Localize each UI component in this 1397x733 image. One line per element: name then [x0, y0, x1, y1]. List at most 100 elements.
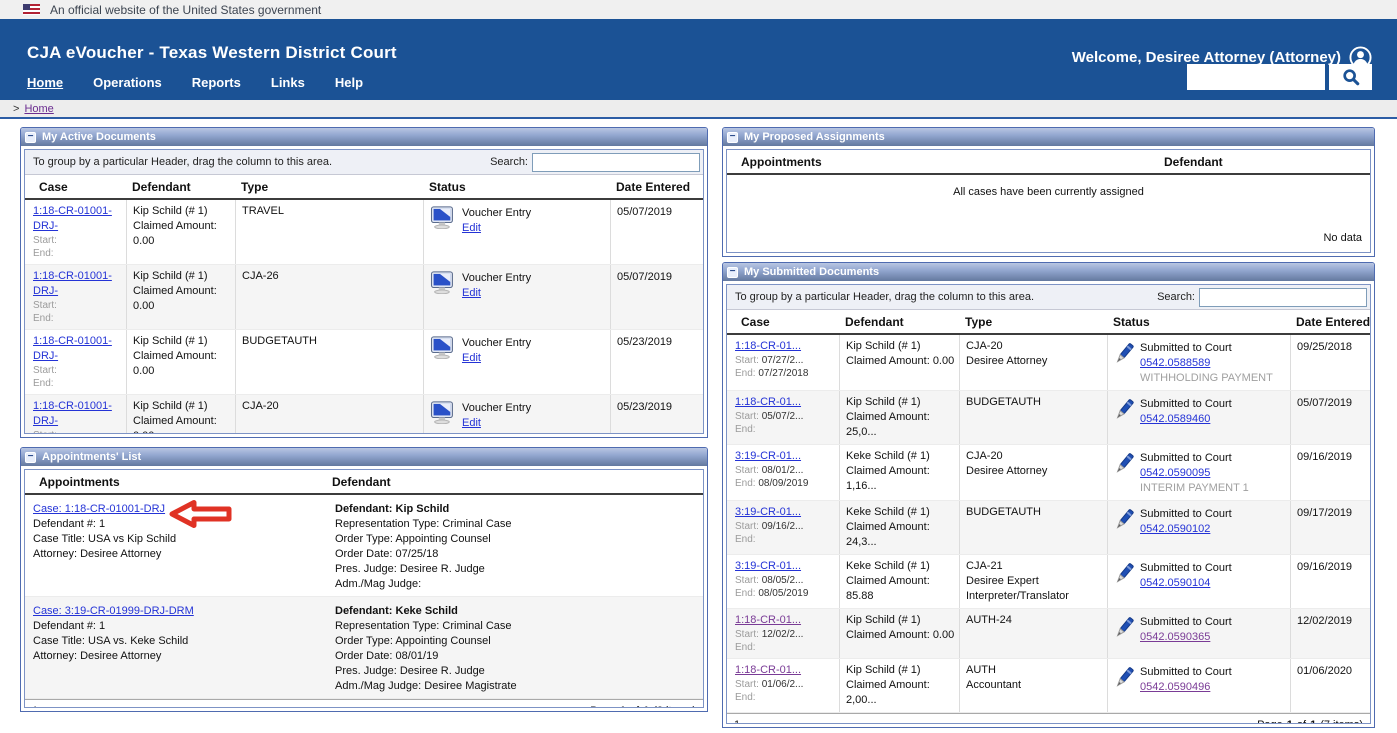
header-search-button[interactable] [1329, 64, 1372, 90]
column-status[interactable]: Status [1108, 315, 1291, 329]
active-documents-search-input[interactable] [532, 153, 700, 172]
case-link[interactable]: 1:18-CR-01... [735, 664, 801, 676]
column-case[interactable]: Case [25, 180, 127, 194]
column-appointments[interactable]: Appointments [727, 155, 1159, 169]
voucher-number-link[interactable]: 0542.0589460 [1140, 412, 1232, 427]
nav-home[interactable]: Home [27, 75, 63, 90]
edit-link[interactable]: Edit [462, 351, 531, 366]
date-entered: 09/16/2019 [1291, 555, 1370, 608]
search-label: Search: [490, 156, 528, 168]
voucher-number-link[interactable]: 0542.0590095 [1140, 466, 1249, 481]
page-number-button[interactable]: 1 [32, 705, 38, 709]
defendant-name: Kip Schild (# 1) [846, 613, 955, 628]
submitted-documents-search-input[interactable] [1199, 288, 1367, 307]
status-text: Submitted to Court [1140, 615, 1232, 630]
nav-help[interactable]: Help [335, 75, 363, 90]
edit-link[interactable]: Edit [462, 221, 531, 236]
date-entered: 05/07/2019 [611, 200, 703, 264]
defendant-name: Kip Schild (# 1) [846, 663, 955, 678]
document-type: BUDGETAUTH [966, 395, 1103, 410]
case-link[interactable]: 3:19-CR-01... [735, 506, 801, 518]
nav-links[interactable]: Links [271, 75, 305, 90]
column-case[interactable]: Case [727, 315, 840, 329]
collapse-minus-icon[interactable]: − [25, 132, 36, 143]
case-link[interactable]: 3:19-CR-01... [735, 450, 801, 462]
table-row: 3:19-CR-01... Start: 08/01/2... End: 08/… [727, 445, 1370, 501]
nav-operations[interactable]: Operations [93, 75, 162, 90]
defendant-number: Defendant #: 1 [33, 619, 323, 634]
case-link[interactable]: 1:18-CR-01... [735, 396, 801, 408]
panel-my-submitted-documents: − My Submitted Documents To group by a p… [722, 262, 1375, 728]
document-type: TRAVEL [242, 204, 419, 219]
column-status[interactable]: Status [424, 180, 611, 194]
defendant-number: Defendant #: 1 [33, 517, 323, 532]
document-type: CJA-20 [242, 399, 419, 414]
column-defendant[interactable]: Defendant [127, 180, 236, 194]
date-entered: 09/16/2019 [1291, 445, 1370, 500]
defendant-name: Kip Schild (# 1) [846, 339, 955, 354]
case-link[interactable]: 3:19-CR-01... [735, 560, 801, 572]
edit-link[interactable]: Edit [462, 286, 531, 301]
status-text: Submitted to Court [1140, 507, 1232, 522]
nav-reports[interactable]: Reports [192, 75, 241, 90]
attorney: Attorney: Desiree Attorney [33, 547, 323, 562]
computer-monitor-icon [430, 271, 456, 294]
collapse-minus-icon[interactable]: − [727, 132, 738, 143]
table-row: 1:18-CR-01... Start: 12/02/2... End: Kip… [727, 609, 1370, 659]
case-link[interactable]: Case: 1:18-CR-01001-DRJ [33, 503, 165, 515]
voucher-number-link[interactable]: 0542.0590102 [1140, 522, 1232, 537]
voucher-number-link[interactable]: 0542.0590104 [1140, 576, 1232, 591]
case-link[interactable]: 1:18-CR-01001-DRJ- [33, 335, 112, 362]
status-text: Voucher Entry [462, 401, 531, 416]
case-link[interactable]: 1:18-CR-01001-DRJ- [33, 400, 112, 427]
column-type[interactable]: Type [960, 315, 1108, 329]
breadcrumb: > Home [0, 100, 1397, 119]
order-type: Order Type: Appointing Counsel [335, 634, 699, 649]
column-appointments[interactable]: Appointments [25, 475, 327, 489]
usa-banner: An official website of the United States… [0, 0, 1397, 19]
document-type: BUDGETAUTH [966, 505, 1103, 520]
panel-header: − My Active Documents [21, 128, 707, 146]
table-header: Case Defendant Type Status Date Entered [727, 310, 1370, 335]
group-by-bar[interactable]: To group by a particular Header, drag th… [727, 285, 1370, 310]
column-type[interactable]: Type [236, 180, 424, 194]
case-link[interactable]: 1:18-CR-01001-DRJ- [33, 270, 112, 297]
no-data-label: No data [727, 232, 1370, 252]
header-search-input[interactable] [1187, 64, 1325, 90]
column-defendant[interactable]: Defendant [327, 475, 703, 489]
usa-banner-text: An official website of the United States… [50, 3, 321, 17]
column-date-entered[interactable]: Date Entered [611, 180, 703, 194]
collapse-minus-icon[interactable]: − [25, 452, 36, 463]
case-link[interactable]: Case: 3:19-CR-01999-DRJ-DRM [33, 605, 194, 617]
voucher-number-link[interactable]: 0542.0590365 [1140, 630, 1232, 645]
document-type: CJA-21 [966, 559, 1103, 574]
panel-my-proposed-assignments: − My Proposed Assignments Appointments D… [722, 127, 1375, 257]
column-defendant[interactable]: Defendant [1159, 155, 1370, 169]
defendant-name: Keke Schild (# 1) [846, 559, 955, 574]
document-type: CJA-20 [966, 449, 1103, 464]
table-row: 3:19-CR-01... Start: 09/16/2... End: Kek… [727, 501, 1370, 555]
group-by-bar[interactable]: To group by a particular Header, drag th… [25, 150, 703, 175]
pen-icon [1114, 615, 1134, 641]
table-row: 1:18-CR-01001-DRJ- Start: End: Kip Schil… [25, 200, 703, 265]
case-link[interactable]: 1:18-CR-01001-DRJ- [33, 205, 112, 232]
page-number-button[interactable]: 1 [734, 719, 740, 725]
adm-mag-judge: Adm./Mag Judge: [335, 577, 699, 592]
voucher-number-link[interactable]: 0542.0590496 [1140, 680, 1232, 695]
defendant-name: Keke Schild (# 1) [846, 505, 955, 520]
pen-icon [1114, 561, 1134, 587]
collapse-minus-icon[interactable]: − [727, 267, 738, 278]
breadcrumb-home-link[interactable]: Home [24, 103, 53, 115]
claimed-amount: Claimed Amount: 0.00 [133, 219, 231, 249]
column-defendant[interactable]: Defendant [840, 315, 960, 329]
representation-type: Representation Type: Criminal Case [335, 619, 699, 634]
pagination-bar: 1 Page1of1(7 items) [727, 713, 1370, 724]
column-date-entered[interactable]: Date Entered [1291, 315, 1370, 329]
table-row: 1:18-CR-01001-DRJ- Start: End: Kip Schil… [25, 265, 703, 330]
voucher-number-link[interactable]: 0542.0588589 [1140, 356, 1273, 371]
case-link[interactable]: 1:18-CR-01... [735, 340, 801, 352]
case-link[interactable]: 1:18-CR-01... [735, 614, 801, 626]
edit-link[interactable]: Edit [462, 416, 531, 431]
panel-title: My Proposed Assignments [744, 131, 885, 143]
table-row: 1:18-CR-01... Start: 07/27/2... End: 07/… [727, 335, 1370, 391]
